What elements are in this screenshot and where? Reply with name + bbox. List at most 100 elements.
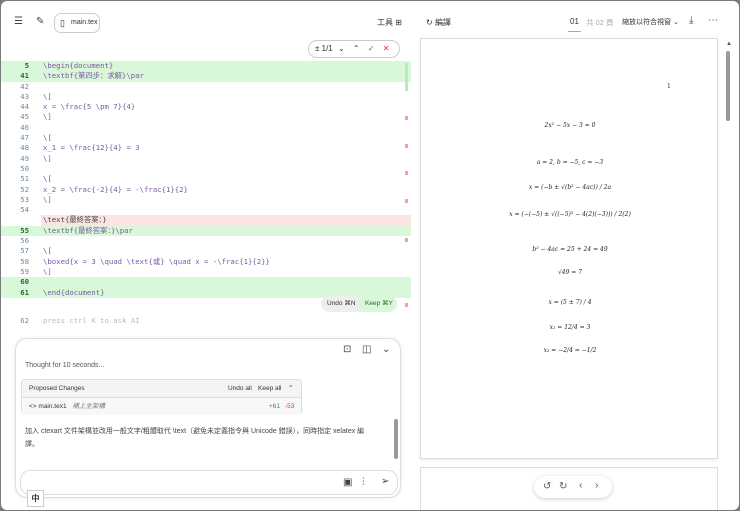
thought-status[interactable]: Thought for 10 seconds... [25,362,104,369]
file-tab[interactable]: ▯ main.tex [54,13,100,33]
line-number: 52 [20,184,29,194]
undo-hunk-button[interactable]: Undo ⌘N [327,296,356,312]
code-text: \text{最終答案：} [43,215,107,225]
code-line[interactable]: 52 x_2 = \frac{-2}{4} = -\frac{1}{2} [1,185,411,195]
zoom-select[interactable]: 縮放以符合視窗 ⌄ [622,17,679,27]
menu-icon[interactable]: ☰ [14,17,23,27]
ime-indicator[interactable]: 中 [27,490,44,507]
lines-added: +61 [269,403,281,410]
chevron-up-icon[interactable]: ⌃ [288,380,293,398]
code-line[interactable]: 44 x = \frac{5 \pm 7}{4} [1,102,411,112]
pdf-page-1: 1 2x² − 5x − 3 = 0 a = 2, b = −5, c = −3 x… [420,38,718,459]
code-icon: <> [29,403,37,410]
ask-ai-line[interactable]: 62 press ctrl K to ask AI [1,316,411,326]
change-marker [405,144,408,148]
code-line[interactable]: 45 \] [1,112,411,122]
image-icon[interactable]: ▣ [343,478,352,488]
chevron-down-icon: ⌄ [672,19,679,26]
code-text: x = \frac{5 \pm 7}{4} [43,102,136,112]
next-page-icon[interactable]: › [595,480,598,491]
code-text: \] [43,266,52,276]
line-number: 47 [20,133,29,143]
code-line[interactable]: 51 \[ [1,174,411,184]
download-icon[interactable]: ⤓ [689,16,693,26]
ask-ai-placeholder: press ctrl K to ask AI [43,316,140,325]
code-line[interactable]: 46 [1,123,411,133]
undo-all-button[interactable]: Undo all [228,380,252,398]
proposed-changes-title: Proposed Changes [29,385,85,392]
rendered-equation: a = 2, b = −5, c = −3 [536,159,604,166]
line-number: 42 [20,81,29,91]
app-window: ☰ ✎ ▯ main.tex 工具 ⊞ ↻ 編譯 01 共 02 頁 縮放以符合視… [1,1,739,510]
compile-button[interactable]: ↻ 編譯 [426,17,451,28]
rotate-right-icon[interactable]: ↻ [559,481,567,492]
code-text: \[ [43,133,52,143]
rendered-equation: x = (5 ± 7) / 4 [548,299,592,306]
code-text: \[ [43,246,52,256]
line-number: 55 [20,225,29,235]
code-line[interactable]: 58 \boxed{x = 3 \quad \text{或} \quad x = … [1,257,411,267]
file-icon: ▯ [60,18,65,28]
line-number: 45 [20,112,29,122]
page-total: 共 02 頁 [586,18,614,27]
line-number: 57 [20,246,29,256]
compile-label: 編譯 [434,18,451,27]
code-line[interactable]: 48 x_1 = \frac{12}{4} = 3 [1,143,411,153]
collapse-icon[interactable]: ⌄ [382,345,390,355]
code-line[interactable]: 50 [1,164,411,174]
code-line[interactable]: 57 \[ [1,246,411,256]
code-line[interactable]: 56 [1,236,411,246]
chat-input[interactable]: ▣ ⫶ ➢ [20,470,398,495]
change-marker [405,171,408,175]
rotate-left-icon[interactable]: ↺ [543,481,551,492]
rendered-equation: 2x² − 5x − 3 = 0 [544,122,596,129]
scroll-minimap-added [405,63,408,91]
panel-icon[interactable]: ◫ [362,345,371,355]
ai-message: 加入 ctexart 文件架構並改用一般文字/粗體取代 \text（避免未定義指… [25,428,365,448]
code-line[interactable]: 43 \[ [1,92,411,102]
line-number: 49 [20,153,29,163]
pdf-pager: ↺ ↻ ‹ › [534,476,612,498]
send-icon[interactable]: ➢ [381,477,389,487]
code-text: \begin{document} [43,61,114,70]
added-code-line[interactable]: 41 \textbf{第四步：求解}\par [1,71,411,82]
code-line[interactable]: 42 [1,82,411,92]
code-editor[interactable]: 5 \begin{document} 41 \textbf{第四步：求解}\par 42… [1,61,411,298]
more-icon[interactable]: ⋯ [708,16,718,26]
added-code-line[interactable]: 60 [1,277,411,288]
proposed-changes-card: Proposed Changes Undo all Keep all ⌃ <> … [21,379,302,415]
keep-hunk-button[interactable]: Keep ⌘Y [359,296,397,312]
line-number: 56 [20,236,29,246]
line-number: 58 [20,256,29,266]
comment-icon[interactable]: ⊡ [343,345,351,355]
change-note: 補上主架構 [72,403,105,410]
code-text: \] [43,194,52,204]
tools-label: 工具 [377,18,393,27]
accept-icon[interactable]: ✓ [368,44,375,53]
previous-page-icon[interactable]: ‹ [579,480,582,491]
edit-icon[interactable]: ✎ [36,17,44,27]
code-line[interactable]: 54 [1,205,411,215]
keep-all-button[interactable]: Keep all [258,380,282,398]
voice-icon[interactable]: ⫶ [362,478,365,488]
hunk-actions: Undo ⌘N Keep ⌘Y [321,296,397,312]
chevron-up-icon[interactable]: ⌃ [353,44,360,53]
chat-scrollbar[interactable] [394,419,398,459]
removed-code-line[interactable]: \text{最終答案：} [41,215,411,226]
rendered-equation: √49 = 7 [557,269,583,276]
chevron-down-icon[interactable]: ⌄ [338,44,345,53]
added-code-line[interactable]: 55 \textbf{最終答案：}\par [1,225,411,237]
changed-file-row[interactable]: <> main.tex1 補上主架構 +61 -53 [22,398,301,415]
reject-icon[interactable]: ✕ [383,44,390,53]
added-code-line[interactable]: 5 \begin{document} [1,61,411,72]
page-current[interactable]: 01 [568,17,581,32]
code-line[interactable]: 49 \] [1,154,411,164]
code-line[interactable]: 47 \[ [1,133,411,143]
code-line[interactable]: 53 \] [1,195,411,205]
tools-button[interactable]: 工具 ⊞ [377,17,402,28]
preview-scrollbar[interactable]: ▲ [726,41,732,501]
line-number: 44 [20,102,29,112]
ai-chat-panel: ⊡ ◫ ⌄ Thought for 10 seconds... 加入 ctexa… [15,338,401,498]
line-number: 61 [20,287,29,297]
code-line[interactable]: 59 \] [1,267,411,277]
